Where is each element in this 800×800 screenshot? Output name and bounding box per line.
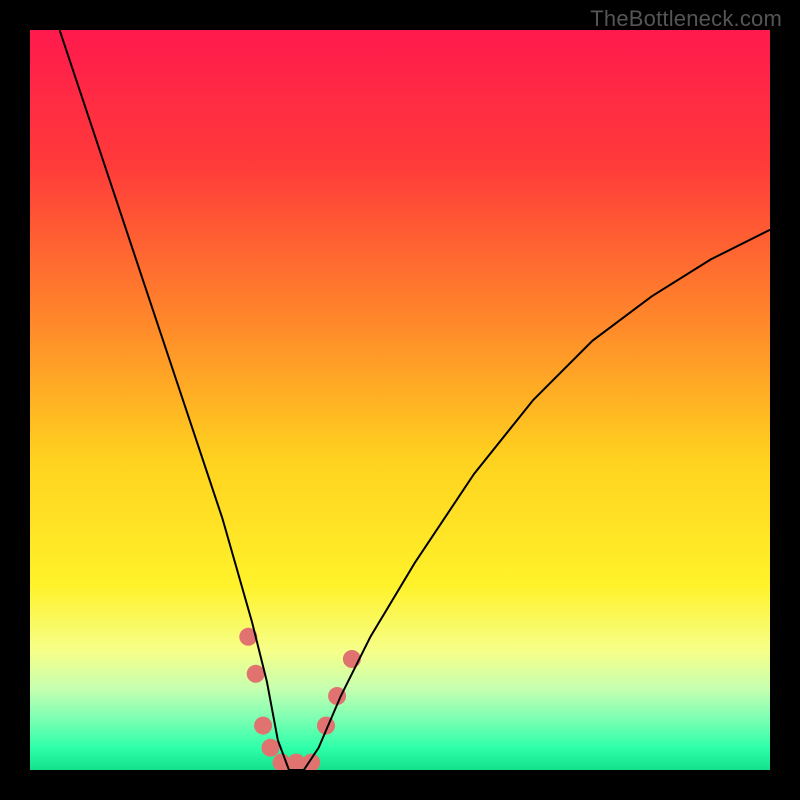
marker-point <box>247 665 265 683</box>
marker-point <box>254 717 272 735</box>
gradient-background <box>30 30 770 770</box>
watermark-text: TheBottleneck.com <box>590 6 782 32</box>
chart-frame: TheBottleneck.com <box>0 0 800 800</box>
bottleneck-chart <box>0 0 800 800</box>
marker-point <box>262 739 280 757</box>
